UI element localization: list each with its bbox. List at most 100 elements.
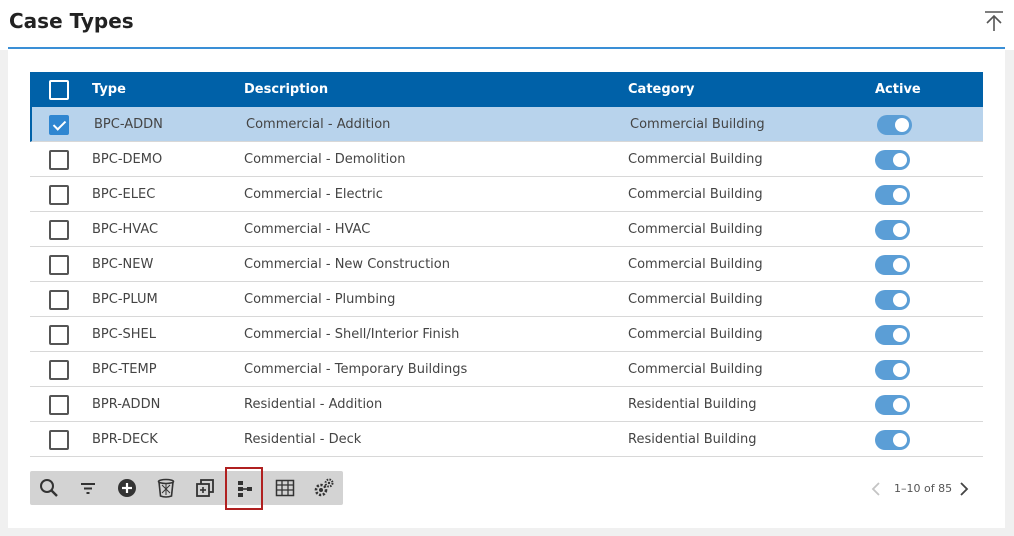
select-all-checkbox[interactable] — [49, 80, 69, 100]
row-checkbox[interactable] — [49, 325, 69, 345]
add-button[interactable] — [108, 471, 146, 505]
row-checkbox[interactable] — [49, 395, 69, 415]
active-toggle[interactable] — [875, 430, 910, 450]
cell-category: Commercial Building — [628, 257, 763, 272]
arrow-to-top-icon — [985, 11, 1003, 31]
column-header-active[interactable]: Active — [875, 72, 921, 107]
table-row[interactable]: BPR-ADDN Residential - Addition Residentia… — [30, 387, 983, 422]
cell-category: Commercial Building — [628, 362, 763, 377]
next-page-button[interactable] — [954, 477, 974, 501]
row-checkbox[interactable] — [49, 220, 69, 240]
cell-description: Commercial - Plumbing — [244, 292, 396, 307]
cell-category: Commercial Building — [628, 292, 763, 307]
cell-description: Commercial - Demolition — [244, 152, 406, 167]
toggle-knob — [893, 188, 907, 202]
cell-category: Residential Building — [628, 432, 757, 447]
previous-page-button[interactable] — [866, 477, 886, 501]
header-divider — [8, 47, 1005, 49]
toggle-knob — [895, 118, 909, 132]
row-checkbox[interactable] — [49, 185, 69, 205]
row-select-cell — [49, 212, 69, 247]
grid-toolbar — [30, 467, 343, 510]
table-row[interactable]: BPC-ADDN Commercial - Addition Commercial … — [30, 107, 983, 142]
table-row[interactable]: BPC-PLUM Commercial - Plumbing Commercial … — [30, 282, 983, 317]
cell-description: Residential - Addition — [244, 397, 383, 412]
cell-category: Commercial Building — [630, 117, 765, 132]
toggle-knob — [893, 258, 907, 272]
cell-category: Commercial Building — [628, 152, 763, 167]
toggle-knob — [893, 433, 907, 447]
cell-description: Commercial - Temporary Buildings — [244, 362, 468, 377]
grid-header: Type Description Category Active — [30, 72, 983, 107]
table-row[interactable]: BPC-DEMO Commercial - Demolition Commercia… — [30, 142, 983, 177]
toggle-knob — [893, 293, 907, 307]
page-header: Case Types — [0, 0, 1014, 50]
row-select-cell — [49, 177, 69, 212]
row-select-cell — [49, 387, 69, 422]
chevron-right-icon — [960, 482, 969, 496]
active-toggle[interactable] — [875, 220, 910, 240]
table-view-button[interactable] — [266, 471, 304, 505]
active-toggle[interactable] — [875, 290, 910, 310]
case-types-grid: Type Description Category Active BPC-ADD… — [30, 72, 983, 457]
copy-button[interactable] — [186, 471, 224, 505]
active-toggle[interactable] — [875, 360, 910, 380]
row-checkbox[interactable] — [49, 150, 69, 170]
cell-description: Commercial - Electric — [244, 187, 383, 202]
search-button[interactable] — [30, 471, 68, 505]
hierarchy-button[interactable] — [225, 467, 263, 510]
cell-description: Commercial - Addition — [246, 117, 391, 132]
active-toggle[interactable] — [875, 150, 910, 170]
column-header-category[interactable]: Category — [628, 72, 694, 107]
cell-description: Commercial - Shell/Interior Finish — [244, 327, 460, 342]
cell-type: BPR-ADDN — [92, 397, 161, 412]
select-all-cell — [49, 72, 69, 107]
row-select-cell — [49, 142, 69, 177]
active-toggle[interactable] — [875, 185, 910, 205]
table-row[interactable]: BPC-HVAC Commercial - HVAC Commercial Buil… — [30, 212, 983, 247]
search-icon — [40, 479, 58, 497]
delete-button[interactable] — [147, 471, 185, 505]
row-checkbox[interactable] — [49, 360, 69, 380]
active-toggle[interactable] — [875, 255, 910, 275]
collapse-button[interactable] — [982, 9, 1006, 33]
row-select-cell — [49, 317, 69, 352]
cell-type: BPC-TEMP — [92, 362, 157, 377]
toggle-knob — [893, 223, 907, 237]
table-row[interactable]: BPR-DECK Residential - Deck Residential Bu… — [30, 422, 983, 457]
copy-icon — [196, 479, 214, 497]
row-checkbox[interactable] — [49, 430, 69, 450]
settings-icon — [314, 478, 334, 497]
row-select-cell — [49, 282, 69, 317]
cell-category: Commercial Building — [628, 222, 763, 237]
cell-type: BPC-ELEC — [92, 187, 156, 202]
table-row[interactable]: BPC-NEW Commercial - New Construction Comm… — [30, 247, 983, 282]
toggle-knob — [893, 398, 907, 412]
table-row[interactable]: BPC-TEMP Commercial - Temporary Buildings… — [30, 352, 983, 387]
active-toggle[interactable] — [875, 395, 910, 415]
toggle-knob — [893, 153, 907, 167]
settings-button[interactable] — [305, 471, 343, 505]
active-toggle[interactable] — [875, 325, 910, 345]
page-range-text: 1–10 of 85 — [894, 482, 953, 495]
delete-icon — [157, 478, 175, 498]
column-header-description[interactable]: Description — [244, 72, 328, 107]
filter-button[interactable] — [69, 471, 107, 505]
column-header-type[interactable]: Type — [92, 72, 126, 107]
table-row[interactable]: BPC-SHEL Commercial - Shell/Interior Fini… — [30, 317, 983, 352]
cell-description: Commercial - HVAC — [244, 222, 371, 237]
cell-category: Commercial Building — [628, 327, 763, 342]
row-checkbox[interactable] — [49, 115, 69, 135]
active-toggle[interactable] — [877, 115, 912, 135]
grid-body: BPC-ADDN Commercial - Addition Commercial … — [30, 107, 983, 457]
hierarchy-icon — [238, 480, 252, 497]
row-checkbox[interactable] — [49, 290, 69, 310]
table-icon — [275, 479, 295, 497]
cell-category: Commercial Building — [628, 187, 763, 202]
cell-type: BPC-PLUM — [92, 292, 158, 307]
row-checkbox[interactable] — [49, 255, 69, 275]
cell-category: Residential Building — [628, 397, 757, 412]
pagination: 1–10 of 85 — [866, 477, 976, 501]
row-select-cell — [49, 247, 69, 282]
table-row[interactable]: BPC-ELEC Commercial - Electric Commercial … — [30, 177, 983, 212]
